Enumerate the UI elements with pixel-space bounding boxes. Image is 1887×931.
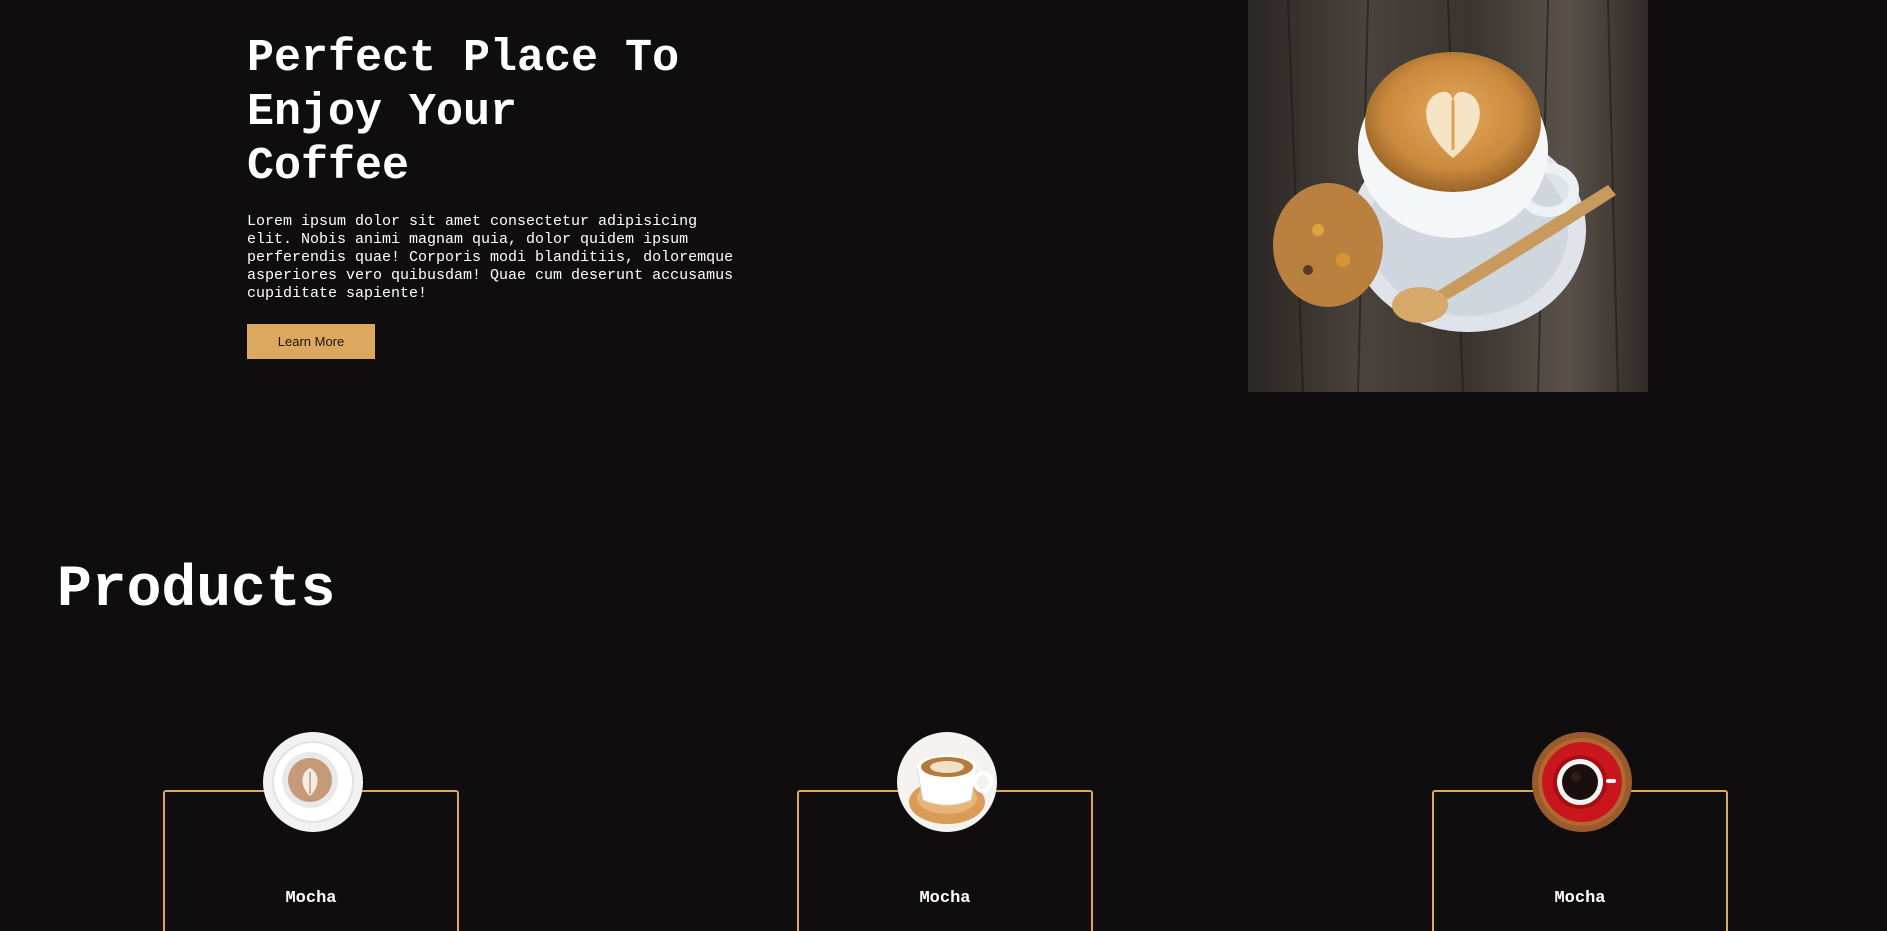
product-name: Mocha [1554, 889, 1606, 908]
product-name: Mocha [285, 889, 337, 908]
product-image [897, 732, 997, 832]
hero-coffee-image [1248, 0, 1648, 392]
learn-more-button[interactable]: Learn More [247, 324, 375, 359]
product-name: Mocha [919, 889, 971, 908]
latte-cup-topview-icon [263, 732, 363, 832]
product-image [1532, 732, 1632, 832]
hero-title: Perfect Place To Enjoy Your Coffee [247, 33, 680, 192]
product-image [263, 732, 363, 832]
latte-art-coffee-cup-icon [1248, 0, 1648, 392]
red-cup-black-coffee-icon [1532, 732, 1632, 832]
hero-description: Lorem ipsum dolor sit amet consectetur a… [247, 213, 734, 302]
cappuccino-cup-icon [897, 732, 997, 832]
products-heading: Products [57, 558, 336, 623]
